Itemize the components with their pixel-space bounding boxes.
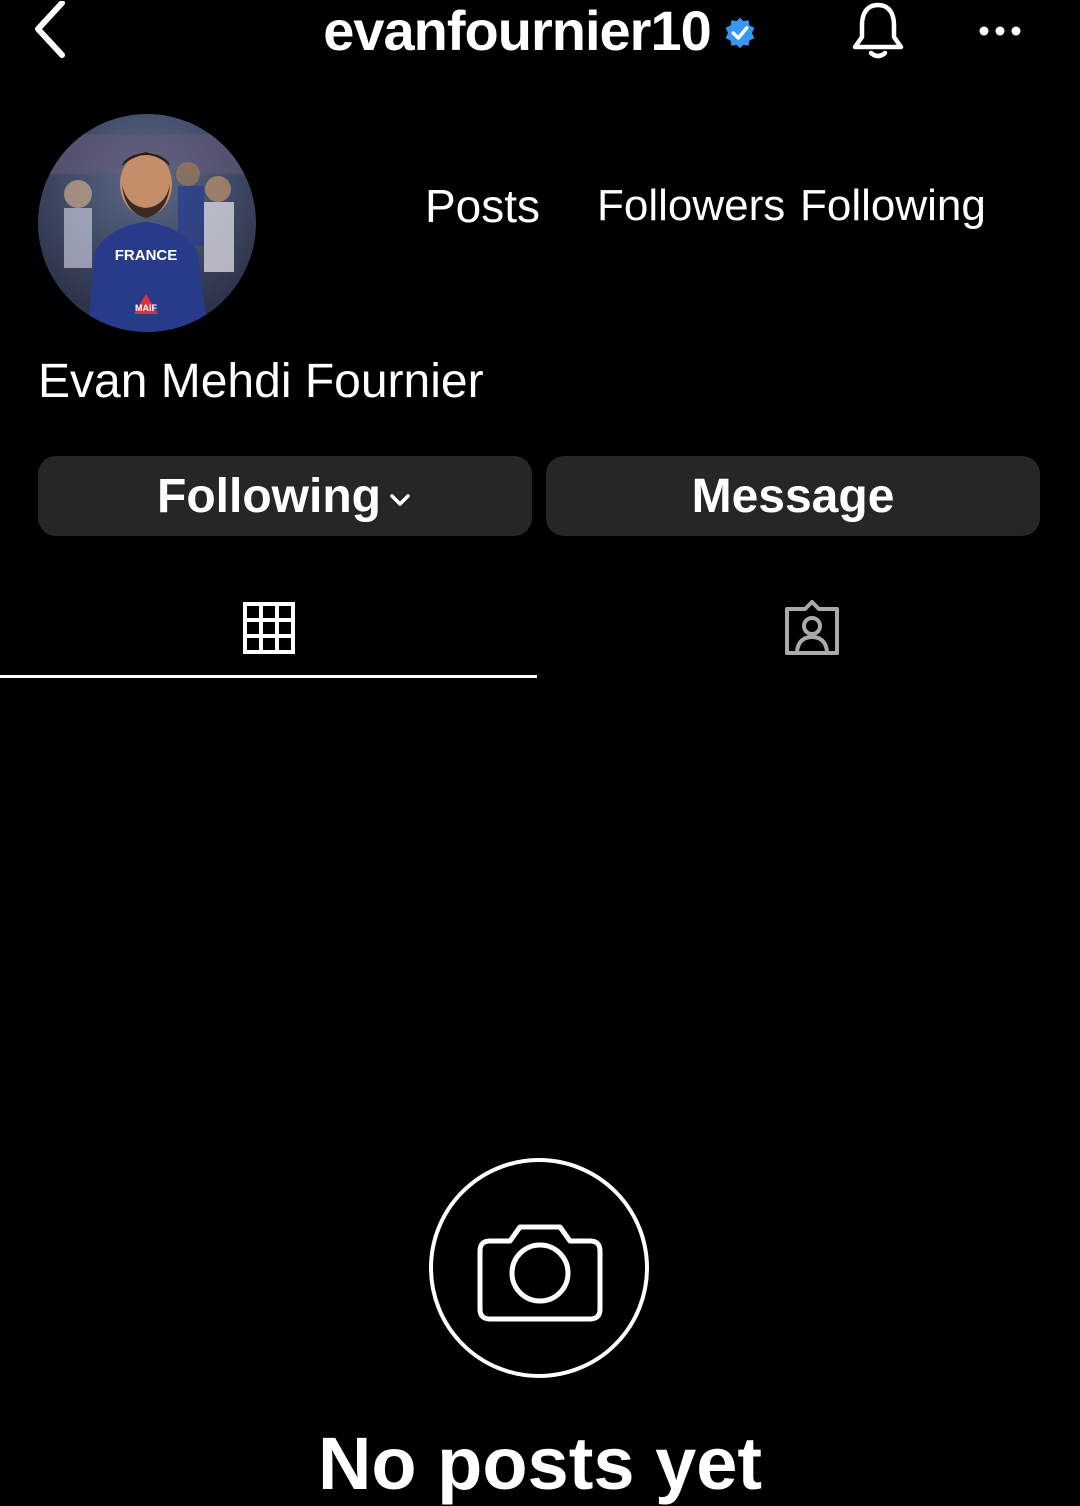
svg-text:MAIF: MAIF	[135, 303, 157, 313]
grid-icon	[242, 602, 295, 654]
more-horizontal-icon	[979, 26, 1021, 36]
chevron-down-icon	[390, 494, 410, 506]
back-button[interactable]	[20, 0, 80, 62]
username: evanfournier10	[323, 0, 711, 62]
empty-state-camera	[428, 1157, 650, 1379]
followers-stat[interactable]: Followers	[597, 178, 785, 234]
more-options-button[interactable]	[970, 0, 1030, 62]
message-button[interactable]: Message	[546, 456, 1040, 536]
chevron-left-icon	[35, 1, 65, 58]
avatar[interactable]: FRANCE MAIF	[38, 114, 256, 332]
empty-state-title: No posts yet	[317, 1422, 763, 1505]
notifications-button[interactable]	[846, 0, 910, 62]
camera-icon	[429, 1158, 649, 1378]
following-button[interactable]: Following	[38, 456, 532, 536]
message-button-label: Message	[691, 469, 895, 523]
profile-header: evanfournier10	[300, 0, 780, 62]
bell-icon	[852, 2, 904, 59]
verified-badge-icon	[725, 17, 755, 49]
display-name: Evan Mehdi Fournier	[38, 355, 484, 408]
active-tab-indicator	[0, 675, 537, 678]
profile-photo: FRANCE MAIF	[38, 114, 256, 332]
tab-posts-grid[interactable]	[0, 580, 537, 676]
following-stat[interactable]: Following	[800, 178, 986, 234]
svg-text:FRANCE: FRANCE	[115, 247, 178, 264]
tagged-person-icon	[784, 600, 839, 655]
posts-stat[interactable]: Posts	[425, 178, 540, 234]
following-button-label: Following	[157, 469, 381, 523]
tab-tagged[interactable]	[543, 580, 1080, 676]
